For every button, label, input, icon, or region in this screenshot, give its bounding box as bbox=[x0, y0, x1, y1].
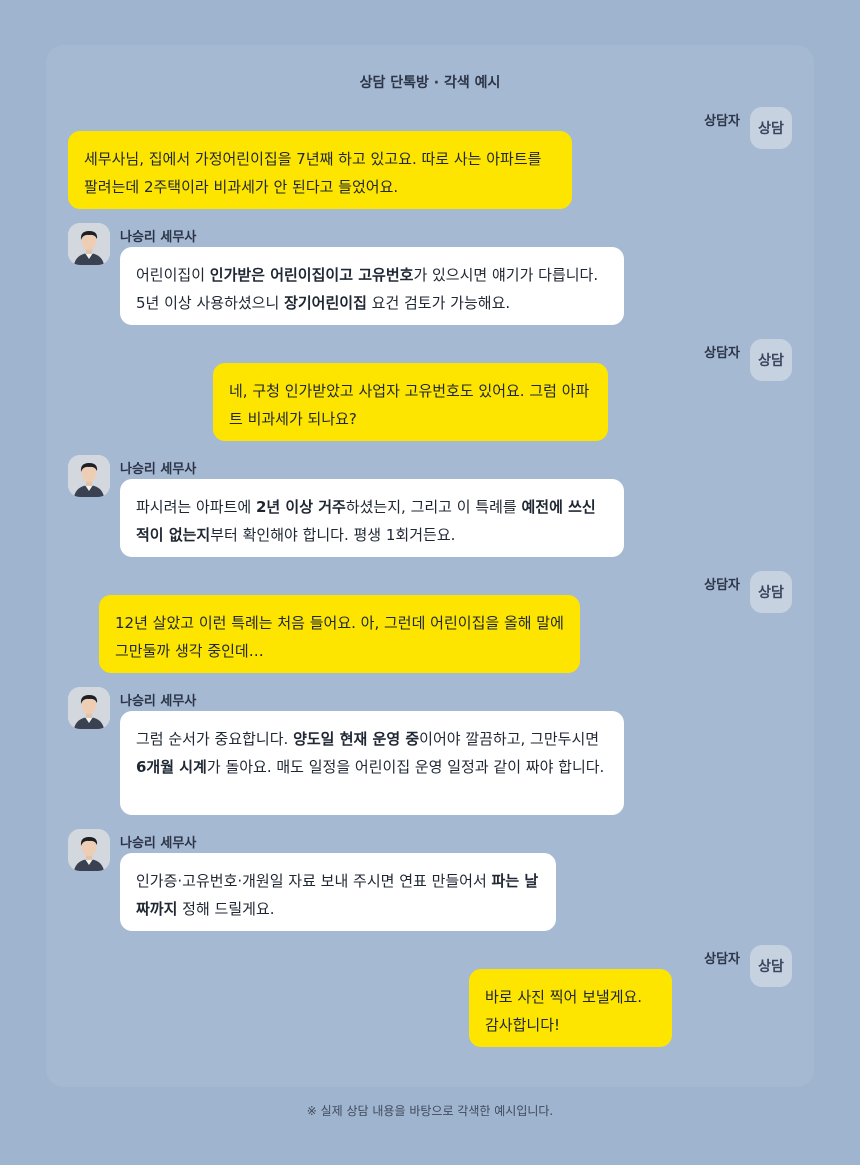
person-photo-icon bbox=[68, 829, 110, 871]
consultant-message-bubble[interactable]: 세무사님, 집에서 가정어린이집을 7년째 하고 있고요. 따로 사는 아파트를… bbox=[68, 131, 572, 209]
tax-accountant-name: 나승리 세무사 bbox=[120, 230, 197, 245]
message-text: 네, 구청 인가받았고 사업자 고유번호도 있어요. 그럼 아파트 비과세가 되… bbox=[229, 382, 590, 428]
message-text: 부터 확인해야 합니다. 평생 1회거든요. bbox=[210, 526, 456, 544]
emphasis-text: 장기어린이집 bbox=[284, 294, 367, 312]
consultant-message-bubble[interactable]: 네, 구청 인가받았고 사업자 고유번호도 있어요. 그럼 아파트 비과세가 되… bbox=[213, 363, 608, 441]
person-photo-icon bbox=[68, 687, 110, 729]
message-text: 바로 사진 찍어 보낼게요. bbox=[485, 988, 643, 1006]
message-text: 어린이집이 bbox=[136, 266, 210, 284]
message-text: 가 돌아요. 매도 일정을 어린이집 운영 일정과 같이 짜야 합니다. bbox=[206, 758, 605, 776]
emphasis-text: 6개월 시계 bbox=[136, 758, 207, 776]
person-photo-icon bbox=[68, 455, 110, 497]
chat-title: 상담 단톡방 · 각색 예시 bbox=[359, 75, 501, 91]
tax-accountant-name: 나승리 세무사 bbox=[120, 462, 197, 477]
tax-accountant-name: 나승리 세무사 bbox=[120, 694, 197, 709]
message-text: 파시려는 아파트에 bbox=[136, 498, 256, 516]
message-text: 하셨는지, 그리고 이 특례를 bbox=[345, 498, 522, 516]
message-text: 이어야 깔끔하고, 그만두시면 bbox=[419, 730, 600, 748]
tax-accountant-avatar[interactable] bbox=[68, 687, 110, 729]
emphasis-text: 인가받은 어린이집이고 고유번호 bbox=[209, 266, 414, 284]
footnote: ※ 실제 상담 내용을 바탕으로 각색한 예시입니다. bbox=[306, 1104, 554, 1118]
consultant-avatar[interactable]: 상담 bbox=[750, 107, 792, 149]
message-text: 12년 살았고 이런 특례는 처음 들어요. 아, 그런데 어린이집을 올해 말… bbox=[115, 614, 564, 660]
consultant-avatar[interactable]: 상담 bbox=[750, 945, 792, 987]
tax-accountant-message-bubble[interactable]: 파시려는 아파트에 2년 이상 거주하셨는지, 그리고 이 특례를 예전에 쓰신… bbox=[120, 479, 624, 557]
tax-accountant-message-bubble[interactable]: 인가증·고유번호·개원일 자료 보내 주시면 연표 만들어서 파는 날짜까지 정… bbox=[120, 853, 556, 931]
message-text: 그럼 순서가 중요합니다. bbox=[136, 730, 294, 748]
message-text: 감사합니다! bbox=[485, 1016, 561, 1034]
consultant-avatar[interactable]: 상담 bbox=[750, 339, 792, 381]
message-text: 세무사님, 집에서 가정어린이집을 7년째 하고 있고요. 따로 사는 아파트를… bbox=[84, 150, 542, 196]
person-photo-icon bbox=[68, 223, 110, 265]
consultant-name: 상담자 bbox=[704, 114, 740, 129]
message-text: 정해 드릴게요. bbox=[177, 900, 275, 918]
consultant-name: 상담자 bbox=[704, 952, 740, 967]
consultant-message-bubble[interactable]: 12년 살았고 이런 특례는 처음 들어요. 아, 그런데 어린이집을 올해 말… bbox=[99, 595, 580, 673]
tax-accountant-avatar[interactable] bbox=[68, 829, 110, 871]
emphasis-text: 양도일 현재 운영 중 bbox=[293, 730, 420, 748]
tax-accountant-name: 나승리 세무사 bbox=[120, 836, 197, 851]
message-text: 요건 검토가 가능해요. bbox=[366, 294, 511, 312]
tax-accountant-message-bubble[interactable]: 그럼 순서가 중요합니다. 양도일 현재 운영 중이어야 깔끔하고, 그만두시면… bbox=[120, 711, 624, 815]
tax-accountant-message-bubble[interactable]: 어린이집이 인가받은 어린이집이고 고유번호가 있으시면 얘기가 다릅니다. 5… bbox=[120, 247, 624, 325]
emphasis-text: 2년 이상 거주 bbox=[255, 498, 346, 516]
consultant-name: 상담자 bbox=[704, 578, 740, 593]
tax-accountant-avatar[interactable] bbox=[68, 455, 110, 497]
tax-accountant-avatar[interactable] bbox=[68, 223, 110, 265]
message-text: 인가증·고유번호·개원일 자료 보내 주시면 연표 만들어서 bbox=[136, 872, 492, 890]
consultant-message-bubble[interactable]: 바로 사진 찍어 보낼게요. 감사합니다! bbox=[469, 969, 672, 1047]
consultant-avatar[interactable]: 상담 bbox=[750, 571, 792, 613]
consultant-name: 상담자 bbox=[704, 346, 740, 361]
